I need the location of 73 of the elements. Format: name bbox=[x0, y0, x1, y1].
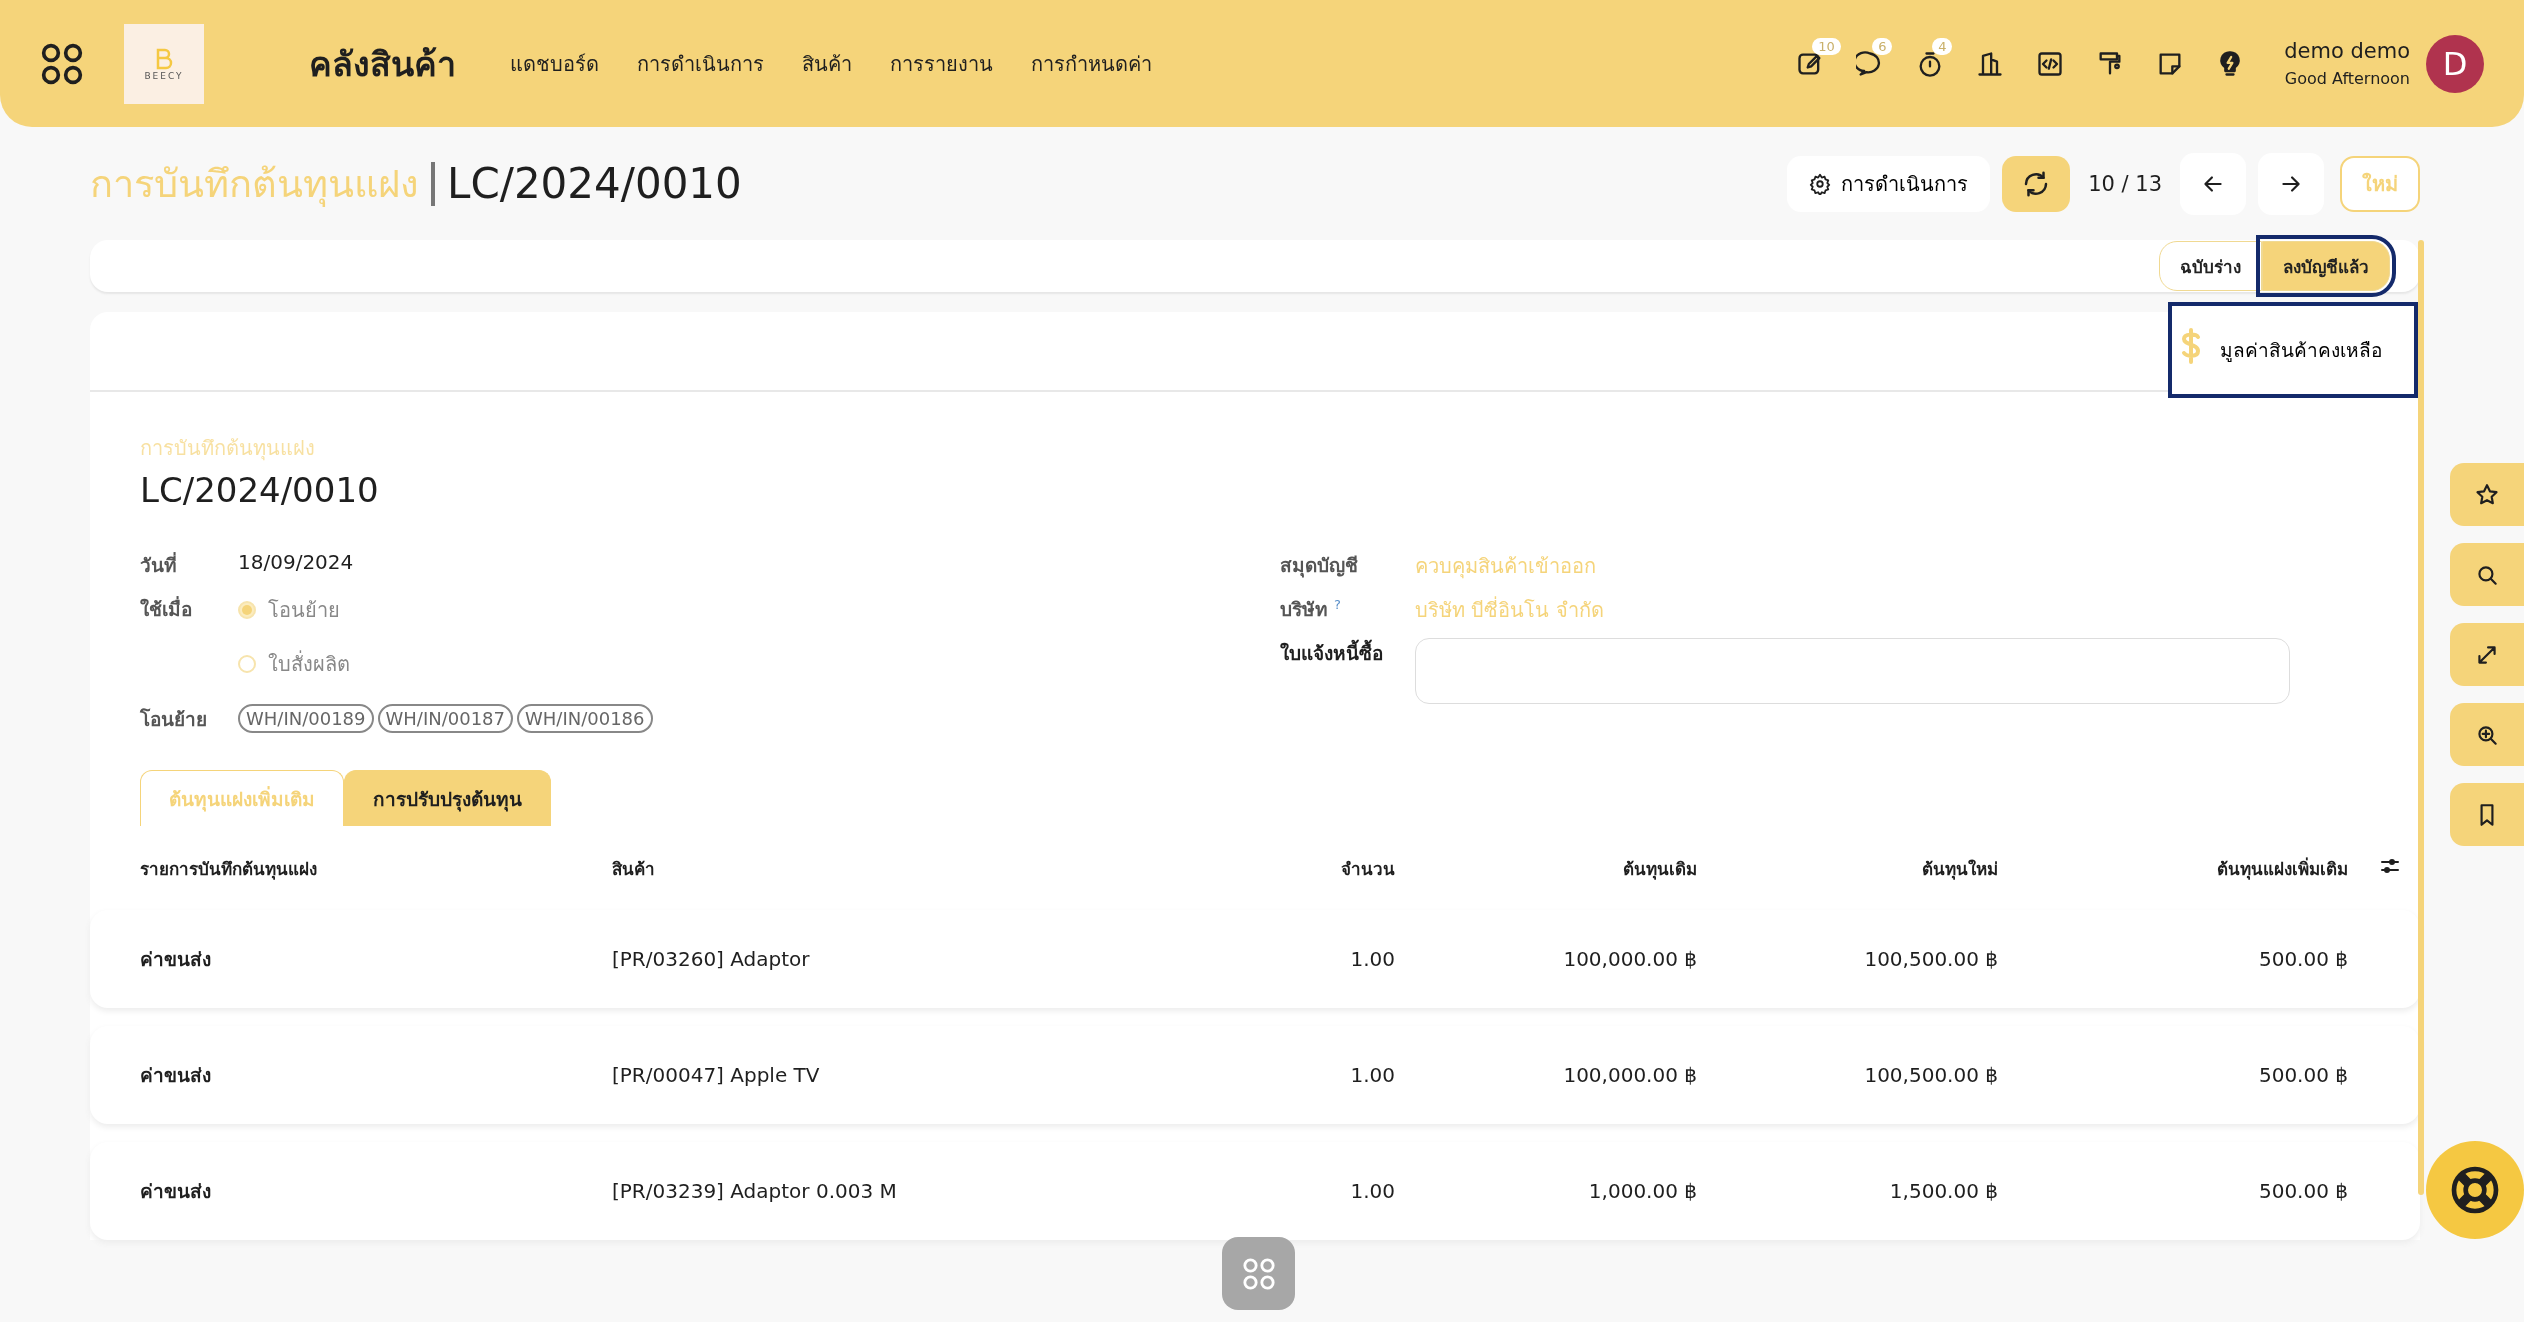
table-cell-text: 500.00 ฿ bbox=[2257, 947, 2348, 971]
table-cell-text: ค่าขนส่ง bbox=[139, 947, 212, 972]
nav-menu-item[interactable]: แดชบอร์ด bbox=[510, 47, 599, 80]
code-icon[interactable] bbox=[2036, 49, 2065, 78]
apps-icon[interactable] bbox=[40, 41, 84, 86]
radio-button[interactable] bbox=[238, 655, 256, 673]
app-title: คลังสินค้า bbox=[309, 42, 456, 86]
smart-button[interactable]: มูลค่าสินค้าคงเหลือ bbox=[2168, 302, 2418, 398]
field-label: บริษัท bbox=[1280, 598, 1328, 620]
nav-menu-item[interactable]: สินค้า bbox=[802, 47, 852, 80]
record-name: LC/2024/0010 bbox=[140, 470, 380, 510]
field-label: โอนย้าย bbox=[140, 707, 208, 732]
date-value: 18/09/2024 bbox=[238, 550, 354, 574]
tab[interactable]: การปรับปรุงต้นทุน bbox=[344, 770, 551, 826]
field-label: ใช้เมื่อ bbox=[140, 595, 193, 622]
table-cell-text: ค่าขนส่ง bbox=[139, 1063, 212, 1088]
table-cell-text: 1.00 bbox=[1349, 1179, 1395, 1203]
table-cell-text: 500.00 ฿ bbox=[2257, 1063, 2348, 1087]
table-cell-text: 100,500.00 ฿ bbox=[1863, 947, 1998, 971]
table-cell-text: [PR/03239] Adaptor 0.003 M bbox=[612, 1179, 898, 1203]
zoom-button[interactable] bbox=[2450, 703, 2524, 766]
tag[interactable]: WH/IN/00189 bbox=[238, 704, 374, 733]
settings-icon bbox=[1809, 172, 1832, 195]
table-cell-text: 500.00 ฿ bbox=[2257, 1179, 2348, 1203]
column-header: รายการบันทึกต้นทุนแฝง bbox=[139, 857, 318, 882]
table-cell-text: 1,000.00 ฿ bbox=[1587, 1179, 1697, 1203]
count-badge: 10 bbox=[1812, 37, 1841, 55]
field-label: สมุดบัญชี bbox=[1280, 553, 1359, 580]
tag[interactable]: WH/IN/00187 bbox=[377, 704, 513, 733]
user-avatar[interactable]: D bbox=[2426, 34, 2484, 93]
column-header: ต้นทุนแฝงเพิ่มเติม bbox=[2216, 856, 2348, 882]
field-label: ใบแจ้งหนี้ซื้อ bbox=[1280, 638, 1415, 668]
logo-text: BEECY bbox=[144, 70, 184, 81]
greeting-text: Good Afternoon bbox=[2284, 69, 2410, 88]
nav-menu-item[interactable]: การรายงาน bbox=[890, 47, 993, 80]
column-header: จำนวน bbox=[1340, 857, 1395, 881]
nav-menu-item[interactable]: การดำเนินการ bbox=[637, 47, 764, 80]
column-header: ต้นทุนใหม่ bbox=[1921, 857, 1998, 882]
status-step[interactable]: ฉบับร่าง bbox=[2159, 241, 2262, 291]
expand-button[interactable] bbox=[2450, 623, 2524, 686]
radio-label: โอนย้าย bbox=[268, 597, 340, 624]
table-cell-text: [PR/03260] Adaptor bbox=[612, 947, 811, 971]
nav-menu-item[interactable]: การกำหนดค่า bbox=[1031, 47, 1152, 80]
table-cell-text: 1.00 bbox=[1349, 947, 1395, 971]
table-cell-text: ค่าขนส่ง bbox=[139, 1179, 212, 1204]
radio-button[interactable] bbox=[238, 601, 256, 619]
table-cell-text: 1.00 bbox=[1349, 1063, 1395, 1087]
pager-text: 10 / 13 bbox=[2088, 171, 2162, 196]
search-button[interactable] bbox=[2450, 543, 2524, 606]
table-cell-text: [PR/00047] Apple TV bbox=[612, 1063, 821, 1087]
scrollbar[interactable] bbox=[2418, 240, 2424, 1195]
help-tooltip[interactable]: ? bbox=[1334, 596, 1341, 612]
count-badge: 6 bbox=[1872, 37, 1893, 55]
record-title: LC/2024/0010 bbox=[447, 159, 742, 208]
table-cell-text: 1,500.00 ฿ bbox=[1888, 1179, 1998, 1203]
column-header: สินค้า bbox=[612, 857, 656, 881]
field-caption: การบันทึกต้นทุนแฝง bbox=[140, 435, 316, 463]
radio-label: ใบสั่งผลิต bbox=[268, 649, 350, 678]
apps-icon bbox=[1241, 1256, 1276, 1291]
table-cell-text: 100,000.00 ฿ bbox=[1562, 947, 1697, 971]
building-icon[interactable] bbox=[1976, 49, 2005, 78]
table-cell-text: 100,500.00 ฿ bbox=[1863, 1063, 1998, 1087]
user-name: demo demo bbox=[2284, 39, 2410, 63]
favorite-button[interactable] bbox=[2450, 463, 2524, 526]
input-field[interactable] bbox=[1415, 638, 2290, 704]
actions-button[interactable]: การดำเนินการ bbox=[1787, 155, 1991, 212]
field-label: วันที่ bbox=[140, 551, 178, 578]
count-badge: 4 bbox=[1932, 37, 1953, 55]
tag[interactable]: WH/IN/00186 bbox=[517, 704, 653, 733]
column-header: ต้นทุนเดิม bbox=[1622, 857, 1697, 882]
bookmark-button[interactable] bbox=[2450, 783, 2524, 846]
table-cell-text: 100,000.00 ฿ bbox=[1562, 1063, 1697, 1087]
refresh-button[interactable] bbox=[2002, 155, 2071, 212]
